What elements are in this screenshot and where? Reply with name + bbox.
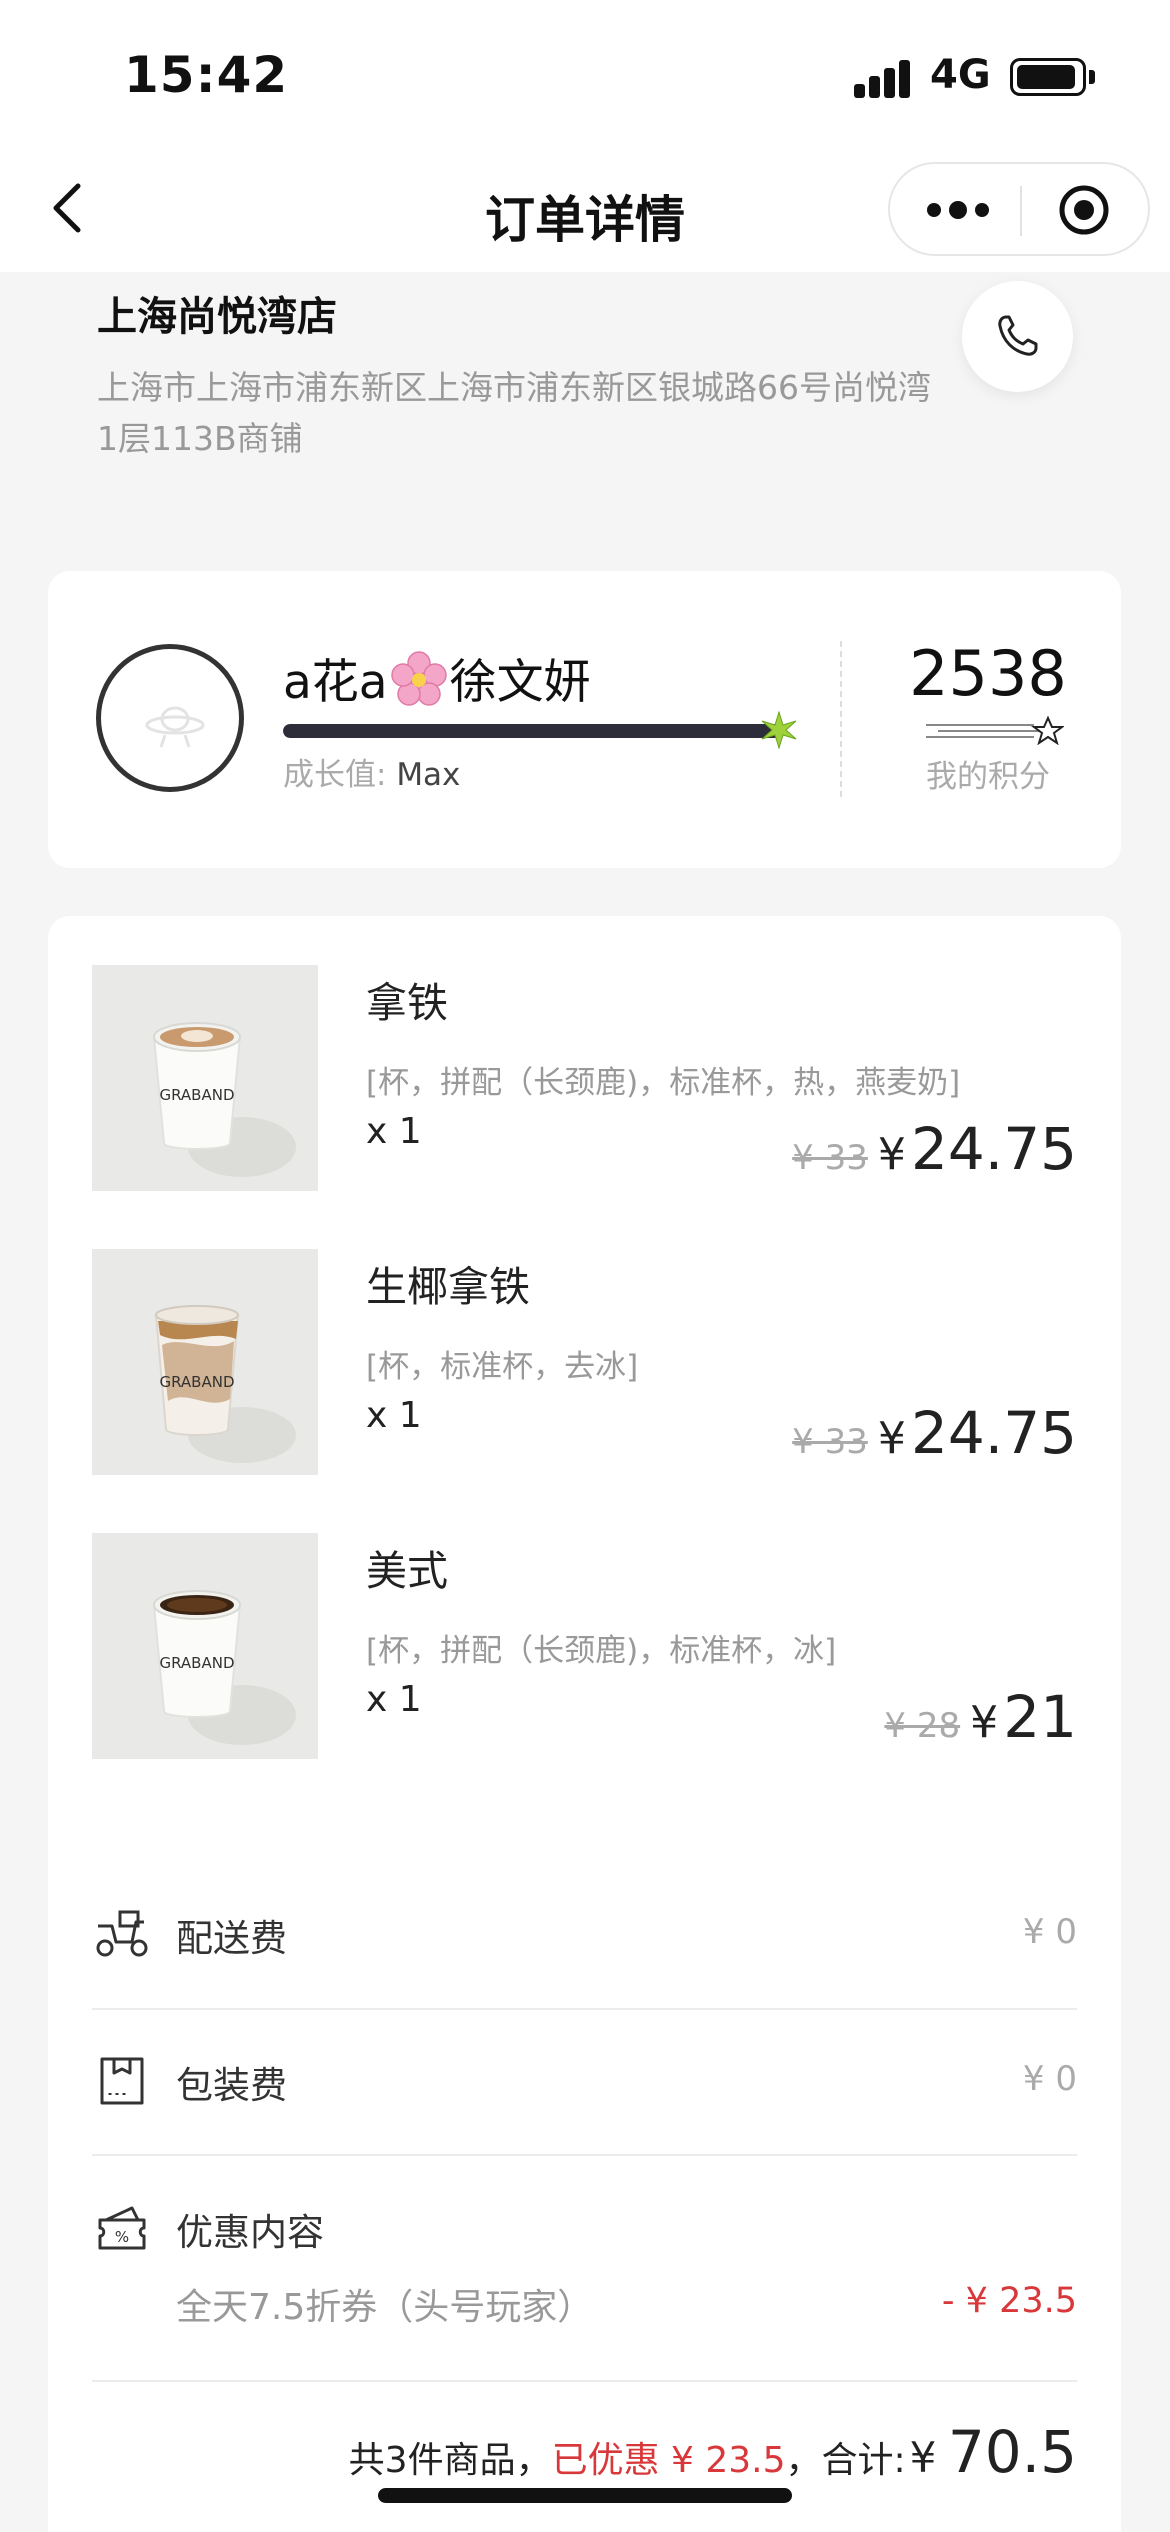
item-name: 美式 bbox=[366, 1547, 448, 1595]
item-quantity: x 1 bbox=[366, 1111, 422, 1152]
avatar bbox=[96, 644, 244, 792]
growth-value: Max bbox=[396, 757, 461, 793]
divider bbox=[92, 2154, 1077, 2156]
nav-bar: 订单详情 bbox=[0, 150, 1170, 272]
order-item: GRABAND 美式 [杯，拼配（长颈鹿)，标准杯，冰] x 1 ¥ 28 ¥ 2… bbox=[92, 1533, 1077, 1759]
svg-text:GRABAND: GRABAND bbox=[159, 1654, 234, 1672]
order-detail-page: 15:42 4G 订单详情 上海尚悦湾店 上海市上海市浦东新区上海市浦东新区银城… bbox=[0, 0, 1170, 2532]
phone-icon bbox=[998, 315, 1038, 356]
discount-description: 全天7.5折券（头号玩家） bbox=[176, 2287, 594, 2328]
member-name-prefix: a花a bbox=[283, 655, 388, 710]
packaging-fee-value: ¥ 0 bbox=[1022, 2059, 1077, 2099]
growth-value-text: 成长值: Max bbox=[283, 749, 460, 794]
store-name: 上海尚悦湾店 bbox=[97, 294, 337, 340]
item-price: ¥ 33 ¥ 24.75 bbox=[792, 1115, 1077, 1183]
coconut-latte-image: GRABAND bbox=[92, 1249, 318, 1475]
delivery-fee-label: 配送费 bbox=[176, 1917, 287, 1960]
order-item: GRABAND 拿铁 [杯，拼配（长颈鹿)，标准杯，热，燕麦奶] x 1 ¥ 3… bbox=[92, 965, 1077, 1191]
item-spec: [杯，拼配（长颈鹿)，标准杯，冰] bbox=[366, 1633, 837, 1669]
more-button[interactable] bbox=[918, 182, 998, 238]
sparkle-icon bbox=[761, 711, 797, 749]
battery-icon bbox=[1010, 58, 1086, 96]
discount-label: 优惠内容 bbox=[176, 2211, 324, 2254]
summary-discount: 已优惠 ¥ 23.5 bbox=[551, 2440, 786, 2481]
item-currency: ¥ bbox=[877, 1413, 906, 1464]
item-price-value: 24.75 bbox=[910, 1399, 1077, 1467]
points-value: 2538 bbox=[909, 637, 1067, 710]
mini-program-capsule bbox=[888, 162, 1150, 256]
growth-label: 成长值: bbox=[283, 757, 387, 793]
order-card: GRABAND 拿铁 [杯，拼配（长颈鹿)，标准杯，热，燕麦奶] x 1 ¥ 3… bbox=[48, 916, 1121, 2532]
cherry-blossom-icon bbox=[390, 651, 447, 706]
discount-row: % 优惠内容 bbox=[92, 2198, 1077, 2268]
order-item: GRABAND 生椰拿铁 [杯，标准杯，去冰] x 1 ¥ 33 ¥ 24.75 bbox=[92, 1249, 1077, 1475]
growth-progress-bar bbox=[283, 724, 783, 738]
item-quantity: x 1 bbox=[366, 1679, 422, 1720]
svg-text:GRABAND: GRABAND bbox=[159, 1373, 234, 1391]
member-name-suffix: 徐文妍 bbox=[449, 655, 591, 710]
summary-count: 共3件商品， bbox=[348, 2440, 552, 2481]
points-label: 我的积分 bbox=[926, 759, 1050, 795]
summary-total: 70.5 bbox=[947, 2418, 1077, 2486]
packaging-fee-row: 包装费 ¥ 0 bbox=[92, 2051, 1077, 2121]
battery-tip bbox=[1089, 70, 1095, 84]
summary-currency: ¥ bbox=[909, 2433, 937, 2482]
item-name: 拿铁 bbox=[366, 979, 448, 1027]
discount-value: - ¥ 23.5 bbox=[941, 2281, 1077, 2321]
svg-text:GRABAND: GRABAND bbox=[159, 1086, 234, 1104]
latte-image: GRABAND bbox=[92, 965, 318, 1191]
target-icon bbox=[1059, 185, 1109, 235]
member-card[interactable]: a花a 徐文妍 成长值: Max 2538 我的积分 bbox=[48, 571, 1121, 868]
home-indicator bbox=[378, 2488, 792, 2503]
divider bbox=[92, 2008, 1077, 2010]
item-original-price: ¥ 33 bbox=[792, 1422, 868, 1462]
delivery-fee-value: ¥ 0 bbox=[1022, 1912, 1077, 1952]
divider bbox=[92, 2380, 1077, 2382]
delivery-fee-row: 配送费 ¥ 0 bbox=[92, 1904, 1077, 1974]
item-price: ¥ 33 ¥ 24.75 bbox=[792, 1399, 1077, 1467]
signal-icon bbox=[854, 58, 914, 98]
package-icon bbox=[100, 2057, 144, 2105]
summary-total-label: ，合计: bbox=[785, 2440, 906, 2481]
item-currency: ¥ bbox=[877, 1129, 906, 1180]
store-address: 上海市上海市浦东新区上海市浦东新区银城路66号尚悦湾1层113B商铺 bbox=[97, 368, 931, 458]
americano-image: GRABAND bbox=[92, 1533, 318, 1759]
capsule-divider bbox=[1020, 186, 1022, 236]
close-program-button[interactable] bbox=[1054, 182, 1114, 238]
ufo-avatar-icon bbox=[145, 706, 205, 748]
item-quantity: x 1 bbox=[366, 1395, 422, 1436]
item-spec: [杯，标准杯，去冰] bbox=[366, 1349, 639, 1385]
item-original-price: ¥ 33 bbox=[792, 1138, 868, 1178]
points-deco-icon bbox=[926, 715, 1064, 745]
item-currency: ¥ bbox=[970, 1697, 999, 1748]
item-price-value: 24.75 bbox=[910, 1115, 1077, 1183]
member-name: a花a 徐文妍 bbox=[283, 643, 591, 712]
item-original-price: ¥ 28 bbox=[884, 1706, 961, 1746]
item-price: ¥ 28 ¥ 21 bbox=[884, 1683, 1077, 1751]
growth-progress-fill bbox=[283, 724, 783, 738]
scooter-icon bbox=[96, 1910, 148, 1957]
item-name: 生椰拿铁 bbox=[366, 1263, 530, 1311]
coupon-icon: % bbox=[98, 2206, 146, 2250]
status-bar: 15:42 4G bbox=[0, 0, 1170, 150]
member-divider bbox=[840, 641, 842, 797]
status-time: 15:42 bbox=[124, 46, 289, 104]
order-summary: 共3件商品，已优惠 ¥ 23.5，合计:¥ 70.5 bbox=[349, 2418, 1077, 2486]
more-dots-icon bbox=[927, 201, 989, 219]
item-price-value: 21 bbox=[1003, 1683, 1077, 1751]
call-store-button[interactable] bbox=[962, 281, 1073, 392]
network-type: 4G bbox=[930, 52, 991, 98]
packaging-fee-label: 包装费 bbox=[176, 2064, 287, 2107]
svg-text:%: % bbox=[115, 2228, 129, 2246]
item-spec: [杯，拼配（长颈鹿)，标准杯，热，燕麦奶] bbox=[366, 1065, 961, 1101]
